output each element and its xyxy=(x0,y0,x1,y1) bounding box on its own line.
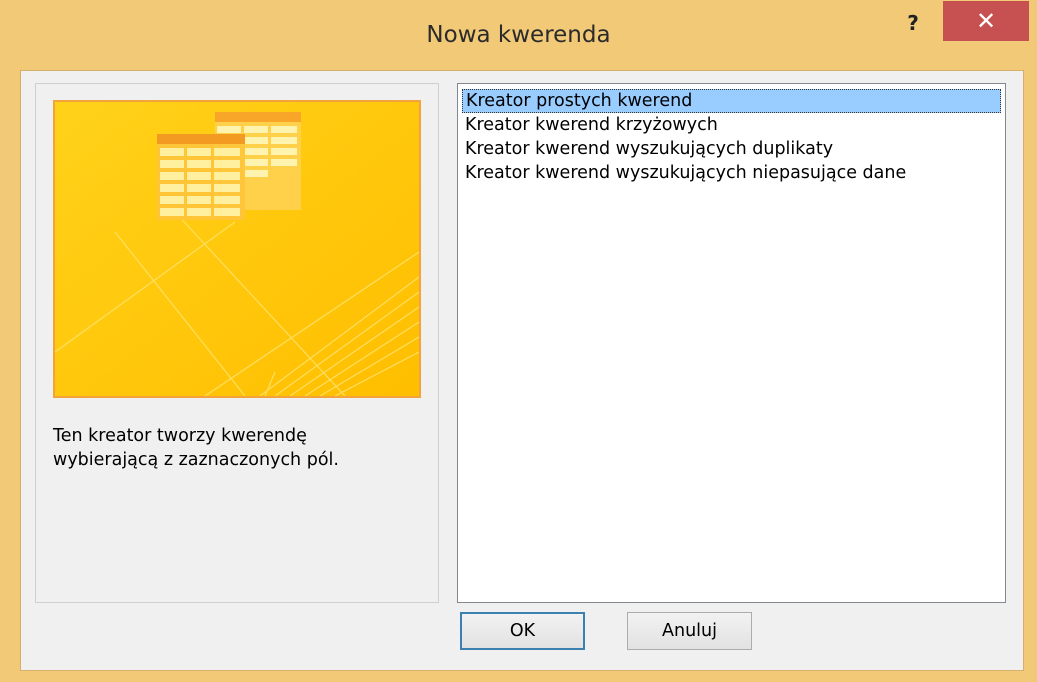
dialog-window: Nowa kwerenda ? ✕ Ten kreator tworzy kwe… xyxy=(0,0,1037,682)
ok-button[interactable]: OK xyxy=(460,612,585,650)
list-item-simple-query-wizard[interactable]: Kreator prostych kwerend xyxy=(462,89,1001,113)
preview-panel: Ten kreator tworzy kwerendę wybierającą … xyxy=(35,83,439,603)
description-line: Ten kreator tworzy kwerendę xyxy=(53,426,307,446)
description-line: wybierającą z zaznaczonych pól. xyxy=(53,450,339,470)
table-wizard-illustration-icon xyxy=(53,100,421,398)
wizard-listbox[interactable]: Kreator prostych kwerend Kreator kwerend… xyxy=(457,83,1006,603)
help-button[interactable]: ? xyxy=(900,10,926,36)
cancel-button[interactable]: Anuluj xyxy=(627,612,752,650)
list-item-find-unmatched-wizard[interactable]: Kreator kwerend wyszukujących niepasując… xyxy=(462,161,1001,185)
title-bar[interactable]: Nowa kwerenda ? ✕ xyxy=(0,0,1037,70)
close-button[interactable]: ✕ xyxy=(943,1,1029,41)
list-item-find-duplicates-wizard[interactable]: Kreator kwerend wyszukujących duplikaty xyxy=(462,137,1001,161)
dialog-body: Ten kreator tworzy kwerendę wybierającą … xyxy=(20,70,1024,671)
list-item-crosstab-query-wizard[interactable]: Kreator kwerend krzyżowych xyxy=(462,113,1001,137)
wizard-description: Ten kreator tworzy kwerendę wybierającą … xyxy=(53,424,433,472)
dialog-title: Nowa kwerenda xyxy=(426,22,611,48)
